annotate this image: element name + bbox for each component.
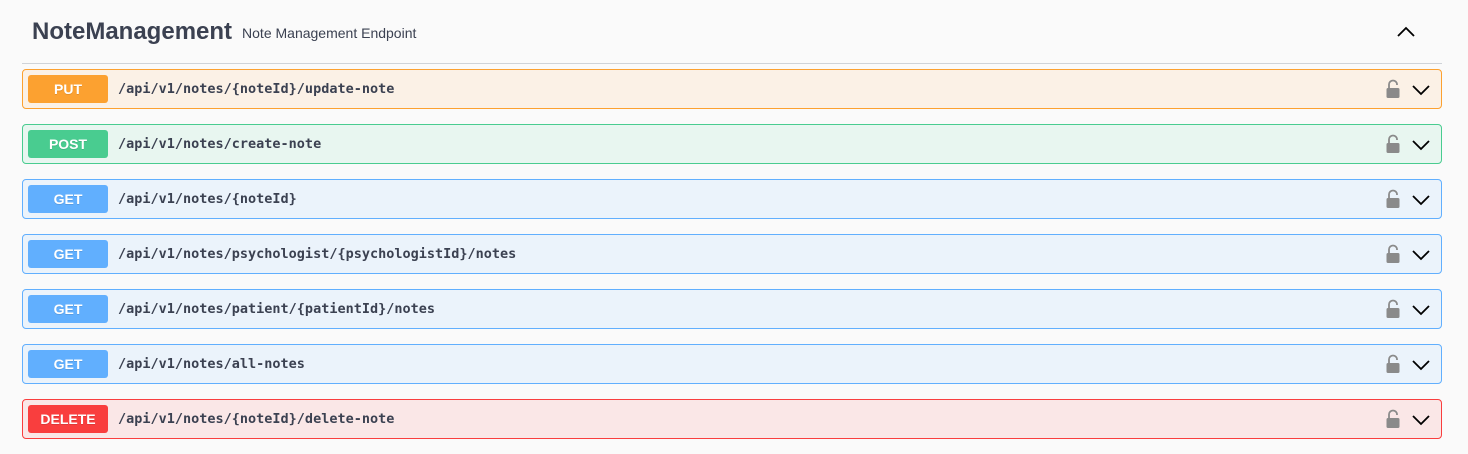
endpoint-path: /api/v1/notes/{noteId}/delete-note (118, 411, 395, 427)
operation-row-get[interactable]: GET/api/v1/notes/all-notes (22, 344, 1442, 384)
lock-icon[interactable] (1385, 409, 1401, 429)
tag-description: Note Management Endpoint (242, 25, 417, 41)
operation-row-post[interactable]: POST/api/v1/notes/create-note (22, 124, 1442, 164)
chevron-down-icon[interactable] (1411, 410, 1431, 430)
method-badge: PUT (28, 75, 108, 103)
operations-list: PUT/api/v1/notes/{noteId}/update-note POS… (22, 69, 1442, 439)
tag-title[interactable]: NoteManagement (32, 18, 232, 46)
lock-icon[interactable] (1385, 354, 1401, 374)
endpoint-path: /api/v1/notes/{noteId} (118, 191, 297, 207)
lock-icon[interactable] (1385, 79, 1401, 99)
tag-header[interactable]: NoteManagement Note Management Endpoint (22, 0, 1442, 64)
chevron-down-icon[interactable] (1411, 245, 1431, 265)
tag-section-note-management: NoteManagement Note Management Endpoint … (22, 0, 1442, 454)
chevron-down-icon[interactable] (1411, 190, 1431, 210)
lock-icon[interactable] (1385, 299, 1401, 319)
endpoint-path: /api/v1/notes/{noteId}/update-note (118, 81, 395, 97)
chevron-down-icon[interactable] (1411, 80, 1431, 100)
endpoint-path: /api/v1/notes/all-notes (118, 356, 305, 372)
chevron-down-icon[interactable] (1411, 355, 1431, 375)
method-badge: GET (28, 295, 108, 323)
operation-row-get[interactable]: GET/api/v1/notes/psychologist/{psycholog… (22, 234, 1442, 274)
chevron-down-icon[interactable] (1411, 135, 1431, 155)
lock-icon[interactable] (1385, 189, 1401, 209)
operation-row-get[interactable]: GET/api/v1/notes/{noteId} (22, 179, 1442, 219)
operation-row-get[interactable]: GET/api/v1/notes/patient/{patientId}/not… (22, 289, 1442, 329)
method-badge: GET (28, 350, 108, 378)
method-badge: POST (28, 130, 108, 158)
method-badge: GET (28, 240, 108, 268)
lock-icon[interactable] (1385, 244, 1401, 264)
chevron-down-icon[interactable] (1411, 300, 1431, 320)
lock-icon[interactable] (1385, 134, 1401, 154)
endpoint-path: /api/v1/notes/psychologist/{psychologist… (118, 246, 517, 262)
chevron-up-icon[interactable] (1396, 22, 1416, 42)
method-badge: GET (28, 185, 108, 213)
operation-row-delete[interactable]: DELETE/api/v1/notes/{noteId}/delete-note (22, 399, 1442, 439)
method-badge: DELETE (28, 405, 108, 433)
endpoint-path: /api/v1/notes/create-note (118, 136, 322, 152)
operation-row-put[interactable]: PUT/api/v1/notes/{noteId}/update-note (22, 69, 1442, 109)
endpoint-path: /api/v1/notes/patient/{patientId}/notes (118, 301, 435, 317)
